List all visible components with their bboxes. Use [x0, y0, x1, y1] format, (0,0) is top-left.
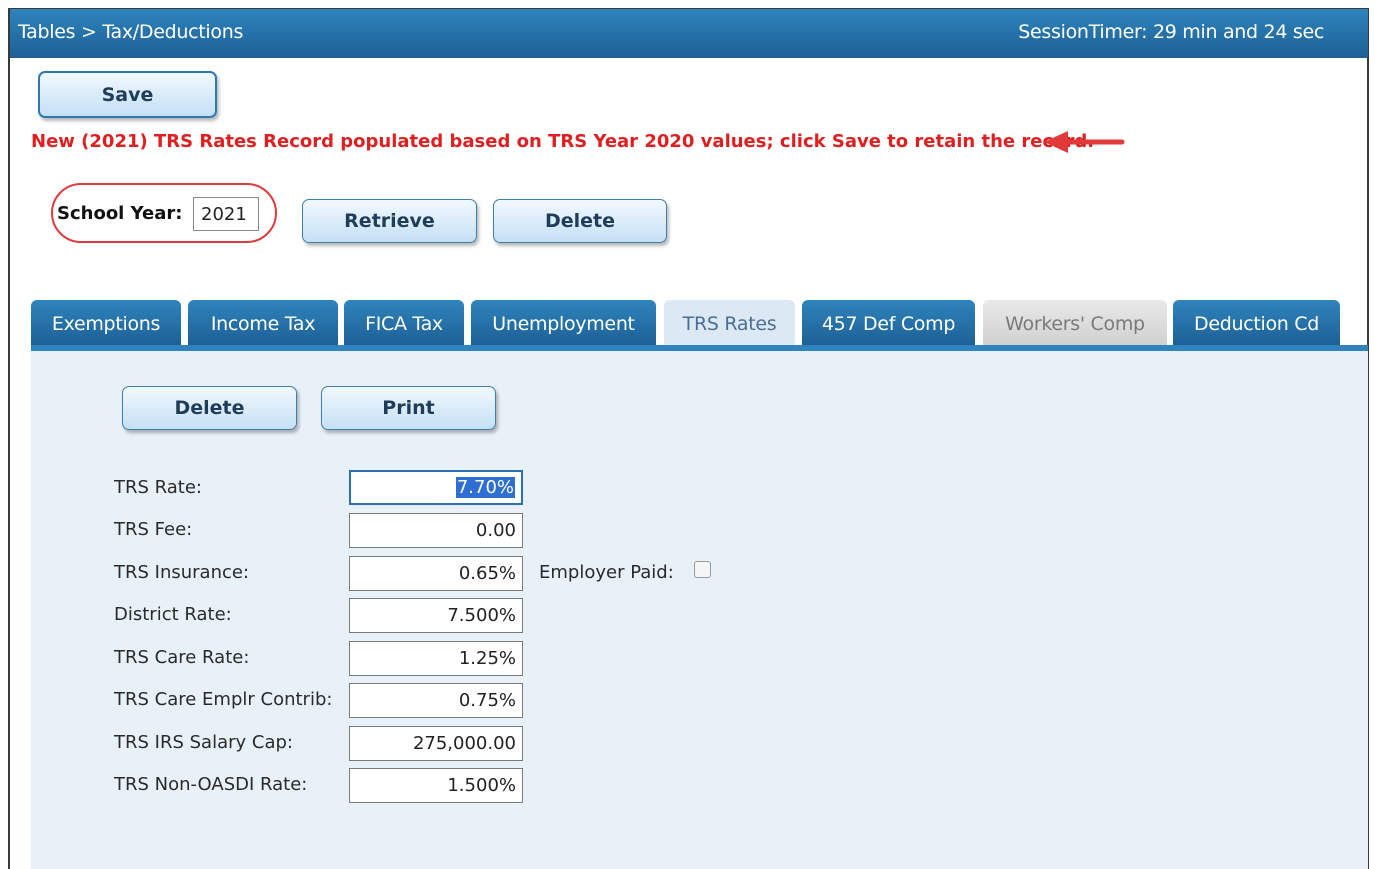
trs-non-oasdi-rate-field[interactable]: [349, 768, 523, 803]
tab-trs-rates[interactable]: TRS Rates: [664, 300, 795, 346]
tab-exemptions[interactable]: Exemptions: [31, 300, 181, 346]
trs-care-emplr-contrib-field[interactable]: [349, 683, 523, 718]
trs-insurance-field[interactable]: [349, 556, 523, 591]
trs-insurance-label: TRS Insurance:: [114, 562, 250, 583]
tab-workers-comp[interactable]: Workers' Comp: [983, 300, 1167, 346]
trs-irs-salary-cap-label: TRS IRS Salary Cap:: [114, 732, 293, 753]
trs-care-rate-field[interactable]: [349, 641, 523, 676]
trs-rate-value: 7.70%: [455, 477, 515, 498]
tab-fica-tax[interactable]: FICA Tax: [344, 300, 464, 346]
trs-care-rate-label: TRS Care Rate:: [114, 647, 250, 668]
trs-care-emplr-contrib-label: TRS Care Emplr Contrib:: [114, 689, 333, 710]
save-button[interactable]: Save: [38, 71, 217, 118]
annotation-arrow-icon: [1044, 131, 1125, 153]
trs-irs-salary-cap-field[interactable]: [349, 726, 523, 761]
trs-rate-label: TRS Rate:: [114, 477, 202, 498]
trs-non-oasdi-rate-label: TRS Non-OASDI Rate:: [114, 774, 308, 795]
school-year-label: School Year:: [57, 203, 183, 224]
print-button[interactable]: Print: [321, 386, 496, 430]
delete-year-button[interactable]: Delete: [493, 199, 667, 243]
status-message: New (2021) TRS Rates Record populated ba…: [31, 131, 1095, 152]
tab-457-def-comp[interactable]: 457 Def Comp: [802, 300, 975, 346]
district-rate-field[interactable]: [349, 598, 523, 633]
tab-income-tax[interactable]: Income Tax: [188, 300, 338, 346]
trs-fee-field[interactable]: [349, 513, 523, 548]
breadcrumb: Tables > Tax/Deductions: [18, 21, 244, 43]
delete-button[interactable]: Delete: [122, 386, 297, 430]
title-bar: Tables > Tax/Deductions SessionTimer: 29…: [10, 9, 1368, 58]
trs-rate-field[interactable]: 7.70%: [349, 470, 523, 505]
employer-paid-checkbox[interactable]: [694, 561, 711, 578]
district-rate-label: District Rate:: [114, 604, 232, 625]
tab-unemployment[interactable]: Unemployment: [471, 300, 656, 346]
school-year-input[interactable]: [193, 197, 259, 231]
session-timer: SessionTimer: 29 min and 24 sec: [1018, 21, 1324, 43]
trs-fee-label: TRS Fee:: [114, 519, 193, 540]
tab-deduction-cd[interactable]: Deduction Cd: [1173, 300, 1340, 346]
employer-paid-label: Employer Paid:: [539, 562, 674, 583]
retrieve-button[interactable]: Retrieve: [302, 199, 477, 243]
